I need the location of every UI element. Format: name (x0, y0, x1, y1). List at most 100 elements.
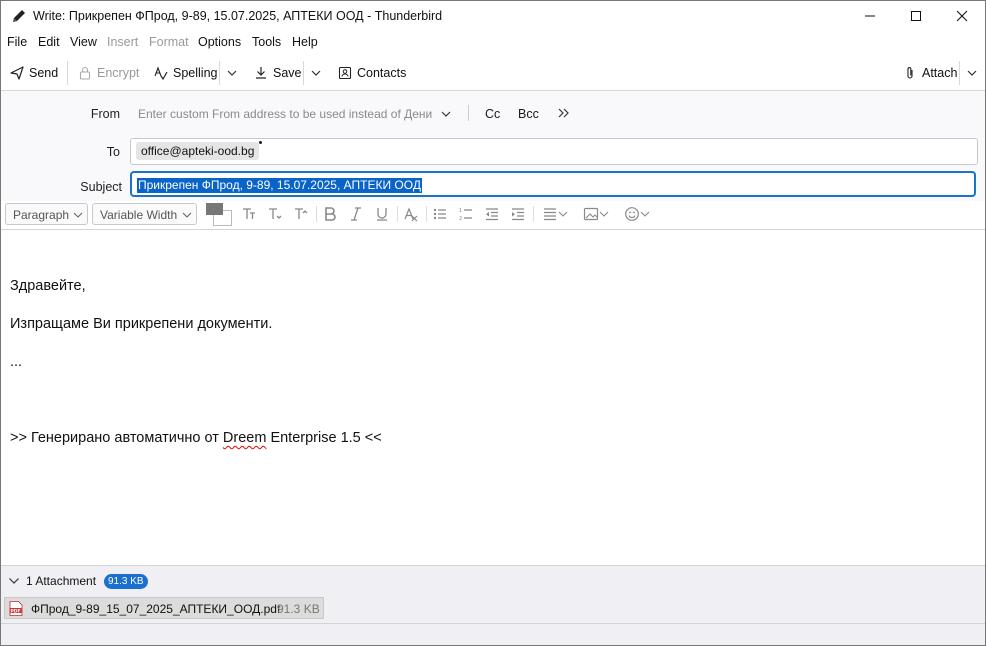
compose-window: Write: Прикрепен ФПрод, 9-89, 15.07.2025… (0, 0, 986, 646)
message-body-editor[interactable]: Здравейте, Изпращаме Ви прикрепени докум… (1, 230, 985, 565)
attachment-size-badge: 91.3 KB (104, 574, 148, 589)
save-dropdown-chevron-icon[interactable] (309, 66, 323, 80)
text-cursor-dot (259, 141, 262, 144)
chevron-down-icon[interactable] (8, 575, 20, 587)
italic-button[interactable] (347, 205, 365, 223)
format-divider (426, 206, 427, 222)
text-color-picker[interactable] (206, 203, 232, 227)
format-divider (316, 206, 317, 222)
font-family-select[interactable]: Variable Width (92, 203, 197, 225)
paperclip-icon (907, 67, 913, 79)
lock-icon (79, 66, 91, 80)
spelling-label: Spelling (173, 66, 218, 80)
bold-button[interactable] (321, 205, 339, 223)
save-button[interactable]: Save (254, 63, 302, 83)
menu-file[interactable]: File (7, 35, 27, 49)
menu-tools[interactable]: Tools (252, 35, 281, 49)
send-icon (10, 66, 24, 80)
chevron-down-icon (73, 212, 83, 218)
contacts-button[interactable]: Contacts (338, 63, 406, 83)
underline-icon (377, 208, 387, 221)
menu-options[interactable]: Options (198, 35, 241, 49)
alignment-menu-button[interactable] (538, 205, 572, 223)
attach-label: Attach (922, 66, 958, 80)
more-fields-chevrons-icon[interactable] (557, 106, 571, 120)
subject-label: Subject (80, 180, 122, 194)
svg-text:PDF: PDF (11, 608, 21, 614)
status-bar (1, 623, 985, 645)
toolbar-divider (959, 61, 960, 85)
to-recipients-field[interactable]: office@apteki-ood.bg (130, 138, 978, 165)
toolbar-divider (67, 61, 68, 85)
paragraph-format-value: Paragraph (13, 208, 70, 222)
attachment-bucket-header[interactable]: 1 Attachment 91.3 KB (1, 565, 985, 596)
menu-insert[interactable]: Insert (107, 35, 138, 49)
from-placeholder: Enter custom From address to be used ins… (138, 107, 433, 121)
from-dropdown-chevron-icon[interactable] (439, 107, 453, 121)
attach-button[interactable]: Attach (903, 63, 957, 83)
maximize-icon (911, 11, 921, 21)
close-window-button[interactable] (939, 1, 985, 31)
maximize-button[interactable] (893, 1, 939, 31)
bulleted-list-button[interactable] (431, 205, 449, 223)
bcc-button[interactable]: Bcc (518, 107, 539, 121)
decrease-font-size-button[interactable] (266, 205, 284, 223)
attach-dropdown-chevron-icon[interactable] (965, 66, 979, 80)
spelling-dropdown-chevron-icon[interactable] (225, 66, 239, 80)
svg-text:1: 1 (459, 208, 462, 214)
attachment-item[interactable]: PDF ФПрод_9-89_15_07_2025_АПТЕКИ_ООД.pdf… (4, 597, 324, 619)
pencil-icon (13, 10, 25, 22)
minimize-button[interactable] (847, 1, 893, 31)
foreground-color-swatch[interactable] (206, 203, 223, 215)
menu-view[interactable]: View (70, 35, 97, 49)
increase-font-size-button[interactable] (292, 205, 310, 223)
to-label: To (106, 145, 120, 159)
menu-edit[interactable]: Edit (38, 35, 60, 49)
outdent-icon (486, 208, 498, 221)
spelling-button[interactable]: Spelling (154, 63, 217, 83)
indent-button[interactable] (509, 205, 527, 223)
compose-toolbar: Send Encrypt Spelling Save Contacts Atta… (1, 56, 985, 91)
paragraph-format-select[interactable]: Paragraph (5, 203, 88, 225)
cc-button[interactable]: Cc (485, 107, 500, 121)
insert-menu-button[interactable] (579, 205, 613, 223)
outdent-button[interactable] (483, 205, 501, 223)
chevron-down-icon (599, 211, 609, 217)
minimize-icon (865, 15, 875, 17)
menu-format[interactable]: Format (149, 35, 189, 49)
from-label: From (90, 107, 120, 121)
subject-selected-text: Прикрепен ФПрод, 9-89, 15.07.2025, АПТЕК… (137, 178, 422, 193)
body-ellipsis: ... (10, 354, 23, 370)
numbered-list-button[interactable]: 12 (457, 205, 475, 223)
toolbar-divider (303, 61, 304, 85)
emoji-menu-button[interactable] (620, 205, 654, 223)
font-family-value: Variable Width (100, 208, 178, 222)
from-identity-select[interactable]: Enter custom From address to be used ins… (138, 107, 456, 123)
download-icon (256, 67, 266, 79)
send-button[interactable]: Send (10, 63, 58, 83)
attachment-name: ФПрод_9-89_15_07_2025_АПТЕКИ_ООД.pdf (31, 602, 281, 616)
text-size-icon (243, 208, 255, 219)
remove-formatting-button[interactable] (402, 205, 420, 223)
menu-help[interactable]: Help (292, 35, 318, 49)
font-size-reset-button[interactable] (240, 205, 258, 223)
text-smaller-icon (269, 208, 282, 219)
align-left-icon (544, 208, 556, 221)
encrypt-button[interactable]: Encrypt (78, 63, 139, 83)
chevron-down-icon (182, 212, 192, 218)
misspelled-word[interactable]: Dreem (223, 430, 267, 446)
chevron-down-icon (640, 211, 650, 217)
bold-icon (325, 207, 336, 221)
recipient-pill[interactable]: office@apteki-ood.bg (136, 142, 260, 160)
numbered-list-icon: 12 (459, 208, 472, 222)
header-divider (468, 105, 469, 121)
format-divider (533, 206, 534, 222)
subject-input[interactable]: Прикрепен ФПрод, 9-89, 15.07.2025, АПТЕК… (130, 171, 976, 197)
chevron-down-icon (558, 211, 568, 217)
address-book-icon (338, 66, 352, 80)
menu-bar: File Edit View Insert Format Options Too… (1, 32, 985, 54)
indent-icon (512, 208, 524, 221)
underline-button[interactable] (373, 205, 391, 223)
body-signature: >> Генерирано автоматично от Dreem Enter… (10, 430, 382, 446)
bullet-list-icon (433, 208, 446, 220)
